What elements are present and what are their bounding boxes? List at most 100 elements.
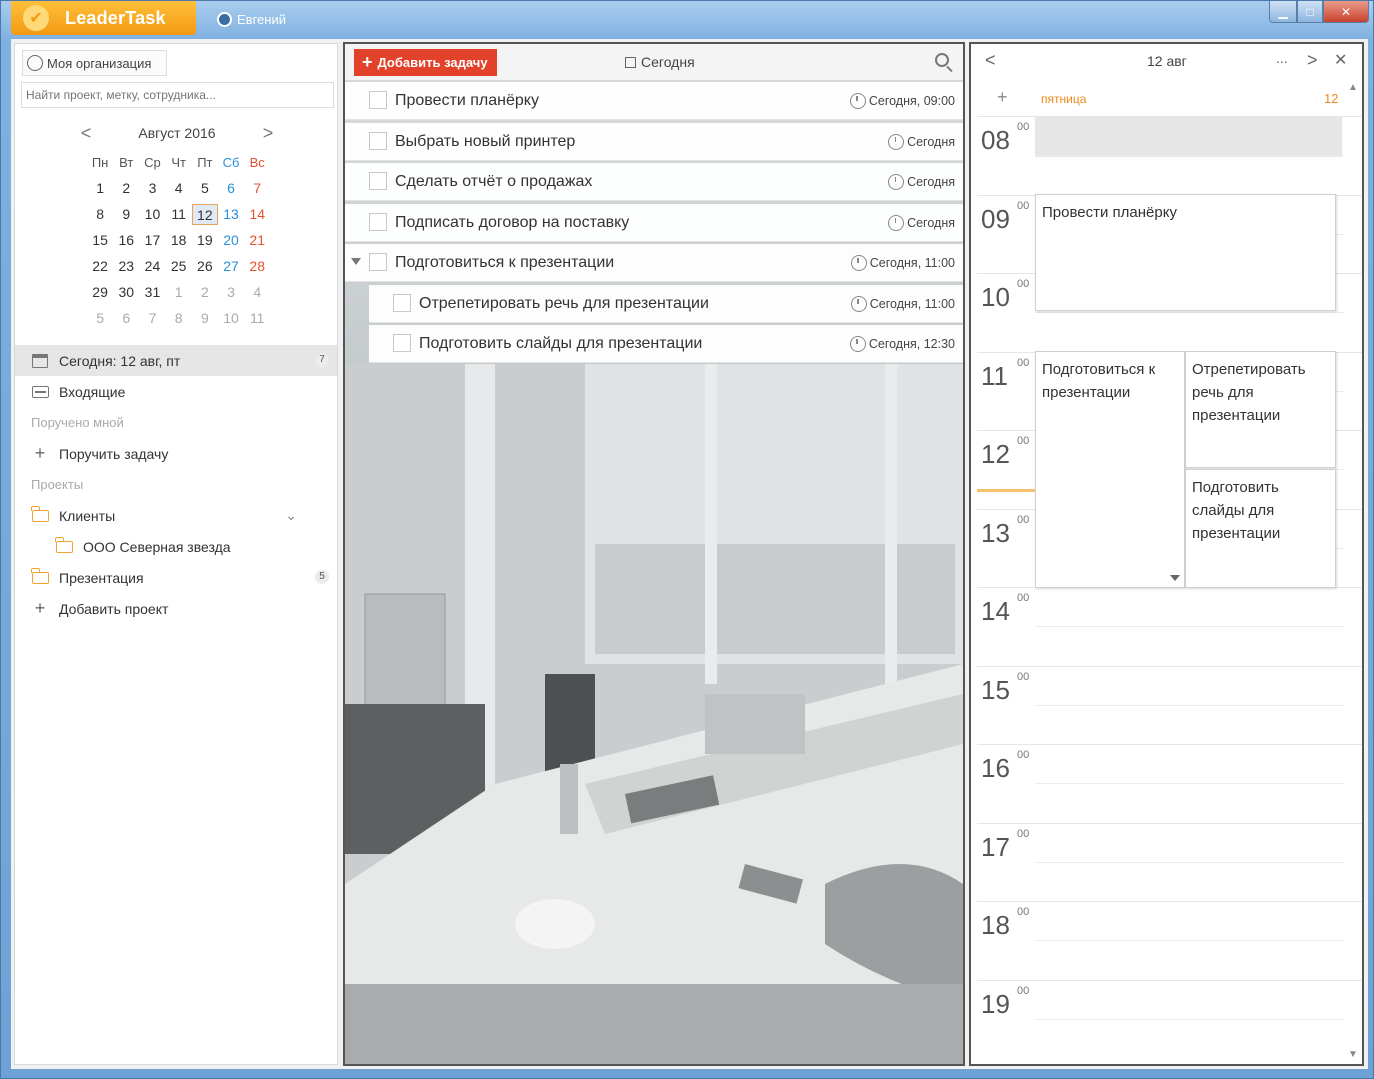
calendar-day[interactable]: 9 [192,308,218,329]
calendar-day[interactable]: 3 [218,282,244,303]
task-checkbox[interactable] [393,334,411,352]
calendar-day[interactable]: 5 [87,308,113,329]
prev-day-icon[interactable]: < [985,50,996,71]
calendar-day[interactable]: 25 [166,256,192,277]
close-panel-icon[interactable]: ✕ [1334,50,1347,70]
nav-inbox[interactable]: Входящие [15,376,337,407]
calendar-day[interactable]: 22 [87,256,113,277]
subtask-row[interactable]: Подготовить слайды для презентации Сегод… [369,325,963,363]
calendar-day[interactable]: 21 [244,230,270,251]
calendar-day[interactable]: 28 [244,256,270,277]
calendar-day[interactable]: 15 [87,230,113,251]
nav-assigned-by-me[interactable]: Поручено мной [15,407,337,438]
calendar-day[interactable]: 7 [244,178,270,199]
task-row[interactable]: Подготовиться к презентации Сегодня, 11:… [345,244,963,282]
calendar-day[interactable]: 7 [139,308,165,329]
task-checkbox[interactable] [393,293,411,312]
calendar-day[interactable]: 5 [192,178,218,199]
calendar-day[interactable]: 27 [218,256,244,277]
event-block[interactable]: Провести планёрку [1035,194,1336,311]
calendar-day[interactable]: 20 [218,230,244,251]
hour-row[interactable]: 17 00 [977,822,1362,902]
task-checkbox[interactable] [369,253,387,271]
calendar-day[interactable]: 8 [166,308,192,329]
calendar-day[interactable]: 4 [244,282,270,303]
task-checkbox[interactable] [369,172,387,190]
hour-row[interactable]: 14 00 [977,587,1362,666]
hour-row[interactable]: 08 00 [977,116,1362,195]
calendar-day[interactable]: 6 [218,178,244,199]
user-switcher[interactable]: Евгений [217,12,286,27]
event-block[interactable]: Подготовить слайды для презентации [1185,469,1336,588]
hour-row[interactable]: 16 00 [977,744,1362,823]
project-search-input[interactable] [21,82,334,108]
chevron-down-icon[interactable]: ⌄ [285,507,297,524]
collapse-triangle-icon[interactable] [351,258,361,265]
calendar-day[interactable]: 2 [192,282,218,303]
calendar-day[interactable]: 12 [191,204,218,225]
calendar-day[interactable]: 9 [113,204,139,225]
task-row[interactable]: Выбрать новый принтер Сегодня [345,122,963,161]
task-row[interactable]: Провести планёрку Сегодня, 09:00 [345,82,963,120]
more-options-button[interactable]: ... [1276,50,1288,66]
calendar-next-icon[interactable]: > [259,123,277,144]
calendar-day[interactable]: 6 [113,308,139,329]
project-presentation[interactable]: Презентация 5 [15,562,337,593]
vertical-scrollbar[interactable]: ▲ ▼ [1344,82,1362,1060]
task-checkbox[interactable] [369,212,387,231]
add-task-button[interactable]: + Добавить задачу [354,49,497,76]
calendar-day[interactable]: 23 [113,256,139,277]
calendar-day[interactable]: 11 [166,204,192,225]
close-button[interactable]: ✕ [1323,1,1369,23]
task-checkbox[interactable] [369,131,387,150]
add-project-button[interactable]: + Добавить проект [15,593,337,624]
search-icon[interactable] [935,53,949,67]
calendar-day[interactable]: 18 [166,230,192,251]
calendar-day[interactable]: 10 [139,204,165,225]
calendar-day[interactable]: 17 [139,230,165,251]
maximize-button[interactable]: □ [1297,1,1323,23]
calendar-day[interactable]: 19 [192,230,218,251]
calendar-day[interactable]: 2 [113,178,139,199]
calendar-day[interactable]: 10 [218,308,244,329]
event-block[interactable]: Отрепетировать речь для презентации [1185,351,1336,468]
minutes-label: 00 [1017,906,1030,918]
subtask-row[interactable]: Отрепетировать речь для презентации Сего… [369,284,963,323]
calendar-day[interactable]: 24 [139,256,165,277]
calendar-day[interactable]: 8 [87,204,113,225]
calendar-day[interactable]: 13 [218,204,244,225]
calendar-day[interactable]: 26 [192,256,218,277]
calendar-day[interactable]: 14 [244,204,270,225]
project-north-star[interactable]: ООО Северная звезда [15,531,337,562]
minimize-button[interactable]: ▁ [1269,1,1297,23]
next-day-icon[interactable]: > [1307,50,1318,71]
add-event-plus-icon[interactable]: + [997,87,1008,108]
task-checkbox[interactable] [369,91,387,109]
nav-today[interactable]: Сегодня: 12 авг, пт 7 [15,345,337,376]
clock-icon [849,336,866,352]
scroll-down-icon[interactable]: ▼ [1348,1049,1358,1060]
hour-row[interactable]: 18 00 [977,901,1362,980]
scroll-up-icon[interactable]: ▲ [1348,82,1358,93]
calendar-day[interactable]: 3 [139,178,165,199]
calendar-day[interactable]: 1 [166,282,192,303]
my-organization-button[interactable]: Моя организация [22,50,167,76]
nav-assign-task[interactable]: + Поручить задачу [15,438,337,469]
calendar-day[interactable]: 1 [87,178,113,199]
calendar-day[interactable]: 4 [166,178,192,199]
calendar-day[interactable]: 29 [87,282,113,303]
calendar-prev-icon[interactable]: < [77,123,95,144]
task-row[interactable]: Подписать договор на поставку Сегодня [345,203,963,242]
calendar-day[interactable]: 11 [244,308,270,329]
calendar-day[interactable]: 31 [139,282,165,303]
hour-row[interactable]: 19 00 [977,979,1362,1059]
task-row[interactable]: Сделать отчёт о продажах Сегодня [345,163,963,201]
calendar-day[interactable]: 30 [113,282,139,303]
project-clients[interactable]: Клиенты ⌄ [15,500,337,531]
calendar-day[interactable]: 16 [113,230,139,251]
dropdown-triangle-icon[interactable] [1170,575,1180,581]
hour-row[interactable]: 15 00 [977,665,1362,745]
nav-assign-task-label: Поручить задачу [59,445,169,462]
event-block[interactable]: Подготовиться к презентации [1035,351,1185,588]
today-filter[interactable]: Сегодня [625,54,695,70]
